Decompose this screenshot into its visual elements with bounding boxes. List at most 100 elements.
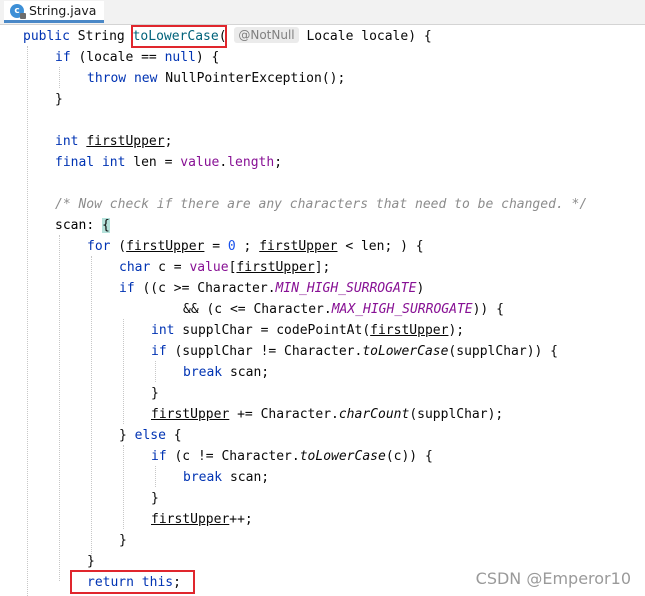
code-text: ) [416,281,425,296]
code-line: if (supplChar != Character.toLowerCase(s… [0,341,558,362]
variable-first-upper: firstUpper [259,239,338,254]
closing-brace: } [151,386,159,401]
constant-max-high-surrogate: MAX_HIGH_SURROGATE [331,302,473,317]
keyword-if: if [55,50,71,65]
code-text: (c != Character. [166,449,300,464]
code-text: (supplChar)) { [448,344,558,359]
code-text: )) { [472,302,504,317]
field-length: length [227,155,275,170]
editor-tab-bar: c String.java [0,0,645,25]
code-line: firstUpper += Character.charCount(supplC… [0,404,503,425]
code-line: char c = value[firstUpper]; [0,257,330,278]
keyword-null: null [164,50,196,65]
keyword-final: final [55,155,95,170]
code-line: if (c != Character.toLowerCase(c)) { [0,446,433,467]
field-value: value [189,260,229,275]
code-line: } [0,551,95,572]
code-text: ((c >= Character. [134,281,276,296]
code-line: && (c <= Character.MAX_HIGH_SURROGATE)) … [0,299,504,320]
return-type: String [77,29,125,44]
code-line: break scan; [0,467,269,488]
keyword-public: public [23,29,70,44]
keyword-new: new [133,71,158,86]
keyword-break: break [183,470,223,485]
code-text: : [86,218,102,233]
code-line: scan: { [0,215,110,236]
closing-brace: } [119,533,127,548]
java-class-icon: c [10,3,26,19]
closing-brace: } [151,491,159,506]
static-method-to-lower-case: toLowerCase [362,344,449,359]
tab-string-java[interactable]: c String.java [4,1,105,23]
code-text: supplChar = codePointAt( [174,323,371,338]
watermark: CSDN @Emperor10 [475,569,631,588]
code-text: { [165,428,182,443]
static-method-char-count: charCount [338,407,410,422]
keyword-this: this [141,575,174,590]
code-text: (c)) { [385,449,433,464]
code-text: ; [274,155,283,170]
variable-first-upper: firstUpper [236,260,315,275]
code-text: c = [150,260,190,275]
open-paren: ( [218,29,227,44]
code-line-return: return this; [0,572,181,593]
code-line: int firstUpper; [0,131,172,152]
variable-first-upper: firstUpper [151,512,230,527]
code-line: } [0,383,159,404]
keyword-char: char [119,260,151,275]
closing-brace: } [87,554,95,569]
code-text: (supplChar); [409,407,504,422]
code-text: ; [173,575,181,590]
code-line: } [0,530,127,551]
code-text: += Character. [229,407,339,422]
code-text: ); [448,323,465,338]
code-text: scan; [222,365,270,380]
code-line: } [0,89,63,110]
code-line: int supplChar = codePointAt(firstUpper); [0,320,464,341]
keyword-throw: throw [87,71,127,86]
code-line: firstUpper++; [0,509,253,530]
keyword-else: else [134,428,166,443]
code-line: final int len = value.length; [0,152,282,173]
code-line: if (locale == null) { [0,47,219,68]
code-text: ]; [314,260,331,275]
code-line-method-signature: public String toLowerCase( @NotNull Loca… [0,26,432,47]
label-scan: scan [55,218,87,233]
code-editor[interactable]: public String toLowerCase( @NotNull Loca… [0,25,645,596]
variable-first-upper: firstUpper [126,239,205,254]
code-text: ( [110,239,127,254]
keyword-if: if [119,281,135,296]
code-text: } [119,428,135,443]
code-text: scan; [222,470,270,485]
parameter-list: Locale locale) { [306,29,432,44]
variable-first-upper: firstUpper [370,323,449,338]
variable-first-upper: firstUpper [86,134,165,149]
constant-min-high-surrogate: MIN_HIGH_SURROGATE [275,281,417,296]
number-literal: 0 [227,239,236,254]
keyword-break: break [183,365,223,380]
method-name-to-lower-case[interactable]: toLowerCase [133,29,219,44]
code-text: < len; ) { [337,239,424,254]
tab-title: String.java [29,3,97,18]
code-line: for (firstUpper = 0 ; firstUpper < len; … [0,236,424,257]
code-line: break scan; [0,362,269,383]
code-text: = [204,239,228,254]
variable-first-upper: firstUpper [151,407,230,422]
code-line: if ((c >= Character.MIN_HIGH_SURROGATE) [0,278,424,299]
static-method-to-lower-case: toLowerCase [299,449,386,464]
brace-match-highlight: { [101,218,110,233]
code-text: NullPointerException(); [157,71,346,86]
annotation-notnull: @NotNull [234,27,299,43]
code-line: throw new NullPointerException(); [0,68,345,89]
keyword-if: if [151,449,167,464]
code-text: && (c <= Character. [183,302,332,317]
keyword-for: for [87,239,111,254]
code-text: ; [235,239,260,254]
code-line: } [0,488,159,509]
code-text: (locale == [70,50,165,65]
code-text: len = [125,155,181,170]
closing-brace: } [55,92,63,107]
keyword-int: int [101,155,126,170]
code-text: ++; [229,512,253,527]
keyword-int: int [151,323,175,338]
